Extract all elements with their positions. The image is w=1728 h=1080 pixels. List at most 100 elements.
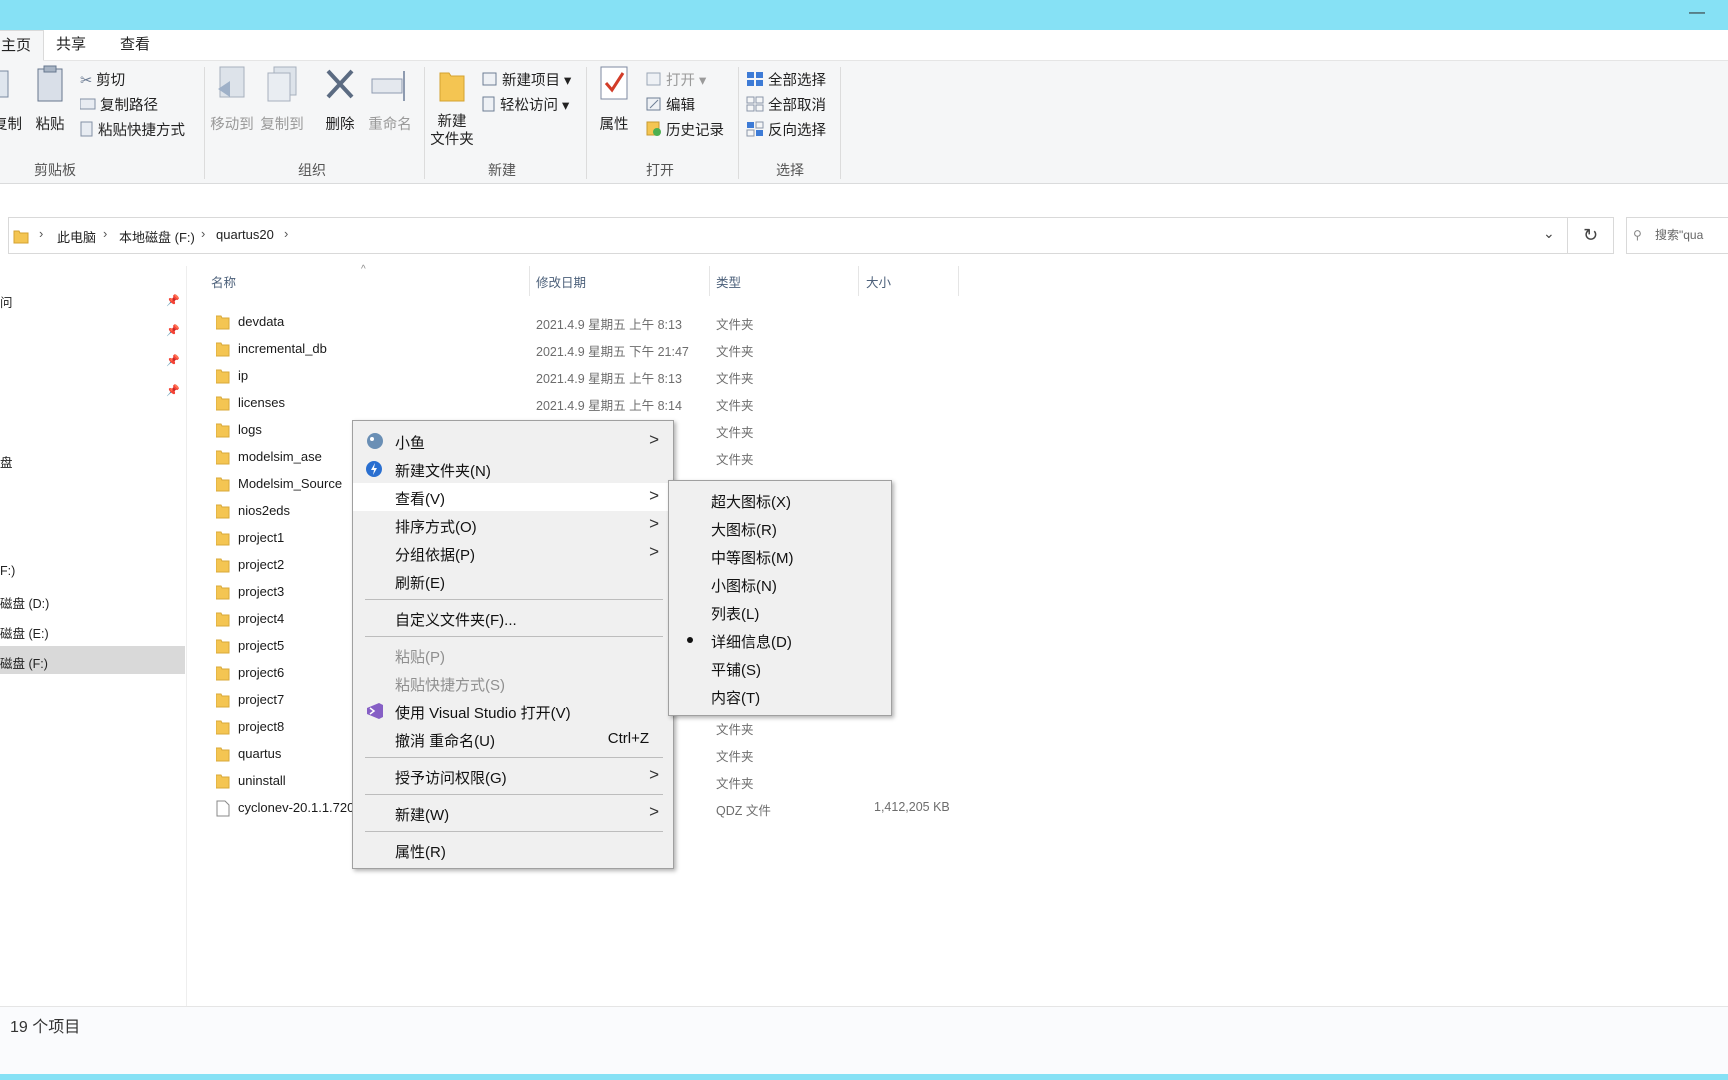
new-item-button[interactable]: 新建项目 ▾	[482, 69, 571, 90]
nav-item-drive-f-selected[interactable]: 磁盘 (F:)	[0, 646, 185, 674]
menu-item-new-folder[interactable]: 新建文件夹(N)	[353, 455, 673, 483]
menu-item-new[interactable]: 新建(W) >	[353, 799, 673, 827]
file-name: project7	[238, 692, 285, 707]
rename-button[interactable]: 重命名	[364, 65, 416, 134]
copy-button[interactable]: 复制	[0, 65, 22, 133]
file-name: project4	[238, 611, 285, 626]
selected-bullet-icon	[687, 637, 693, 643]
refresh-button[interactable]: ↻	[1567, 217, 1614, 254]
view-option[interactable]: 小图标(N)	[669, 570, 891, 598]
file-name: cyclonev-20.1.1.720.	[238, 800, 358, 815]
file-name: devdata	[238, 314, 285, 329]
chevron-right-icon: >	[649, 765, 659, 784]
column-header-name[interactable]: 名称	[211, 272, 236, 291]
rename-icon	[371, 71, 405, 101]
menu-item-refresh[interactable]: 刷新(E)	[353, 567, 673, 595]
view-option[interactable]: 内容(T)	[669, 682, 891, 710]
tab-share[interactable]: 共享	[44, 30, 98, 61]
breadcrumb-quartus20[interactable]: quartus20	[216, 227, 274, 242]
nav-item-drive[interactable]: 盘	[0, 452, 13, 471]
copy-path-button[interactable]: 复制路径	[79, 94, 158, 115]
view-option[interactable]: 超大图标(X)	[669, 486, 891, 514]
select-none-button[interactable]: 全部取消	[746, 94, 826, 116]
easy-access-button[interactable]: 轻松访问 ▾	[482, 94, 569, 116]
search-input[interactable]: ⚲ 搜索"qua	[1626, 217, 1728, 254]
table-row[interactable]: devdata 2021.4.9 星期五 上午 8:13 文件夹	[190, 308, 970, 335]
file-name: project3	[238, 584, 285, 599]
folder-icon	[216, 342, 230, 357]
paste-shortcut-button[interactable]: 粘贴快捷方式	[80, 119, 185, 141]
move-to-button[interactable]: 移动到	[208, 65, 256, 134]
file-type: 文件夹	[716, 777, 754, 791]
chevron-right-icon: >	[649, 802, 659, 821]
select-none-icon	[746, 96, 764, 116]
scissors-icon: ✂	[80, 73, 93, 90]
new-folder-button[interactable]: 新建 文件夹	[426, 65, 478, 149]
select-all-button[interactable]: 全部选择	[746, 69, 826, 91]
paste-button[interactable]: 粘贴	[32, 65, 68, 134]
history-button[interactable]: 历史记录	[646, 119, 724, 141]
invert-selection-icon	[746, 121, 764, 141]
tab-home[interactable]: 主页	[0, 30, 45, 61]
history-icon	[646, 121, 662, 141]
copy-to-button[interactable]: 复制到	[258, 65, 306, 134]
fish-app-icon	[367, 433, 383, 449]
table-row[interactable]: ip 2021.4.9 星期五 上午 8:13 文件夹	[190, 362, 970, 389]
menu-item-group-by[interactable]: 分组依据(P) >	[353, 539, 673, 567]
menu-item-paste[interactable]: 粘贴(P)	[353, 641, 673, 669]
file-name: Modelsim_Source	[238, 476, 343, 491]
breadcrumb-drive-f[interactable]: 本地磁盘 (F:)	[119, 227, 195, 246]
cut-button[interactable]: ✂ 剪切	[80, 69, 125, 90]
new-folder-icon	[439, 72, 465, 102]
menu-item-grant-access[interactable]: 授予访问权限(G) >	[353, 762, 673, 790]
column-header-date[interactable]: 修改日期	[536, 272, 586, 291]
tab-view[interactable]: 查看	[108, 30, 162, 61]
breadcrumb-this-pc[interactable]: 此电脑	[57, 227, 96, 246]
menu-item-sort-by[interactable]: 排序方式(O) >	[353, 511, 673, 539]
column-header-type[interactable]: 类型	[716, 272, 741, 291]
invert-selection-button[interactable]: 反向选择	[746, 119, 826, 141]
clipboard-icon	[37, 65, 63, 102]
ribbon: 复制 粘贴 ✂ 剪切 复制路径 粘贴快捷方式 剪贴板 移动到 复制到 删除 重命名…	[0, 61, 1728, 184]
file-date: 2021.4.9 星期五 上午 8:13	[536, 372, 682, 386]
view-option[interactable]: 大图标(R)	[669, 514, 891, 542]
menu-separator	[365, 757, 663, 758]
folder-icon	[216, 666, 230, 681]
menu-item-customize-folder[interactable]: 自定义文件夹(F)...	[353, 604, 673, 632]
pin-icon: 📌	[166, 355, 180, 367]
copy-path-icon	[79, 98, 96, 114]
column-header-size[interactable]: 大小	[866, 272, 891, 291]
address-bar[interactable]: › 此电脑 › 本地磁盘 (F:) › quartus20 › ⌄	[8, 217, 1595, 254]
menu-item-view[interactable]: 查看(V) >	[353, 483, 673, 511]
folder-icon	[216, 612, 230, 627]
properties-button[interactable]: 属性	[592, 65, 636, 134]
view-option[interactable]: 中等图标(M)	[669, 542, 891, 570]
nav-item-quick-access[interactable]: 问	[0, 292, 13, 311]
menu-item-properties[interactable]: 属性(R)	[353, 836, 673, 864]
view-option[interactable]: 详细信息(D)	[669, 626, 891, 654]
view-option[interactable]: 列表(L)	[669, 598, 891, 626]
file-name: project5	[238, 638, 285, 653]
table-row[interactable]: licenses 2021.4.9 星期五 上午 8:14 文件夹	[190, 389, 970, 416]
delete-button[interactable]: 删除	[318, 65, 362, 134]
minimize-button[interactable]: —	[1684, 4, 1710, 24]
open-icon	[646, 72, 662, 90]
nav-item-drive-c[interactable]: F:)	[0, 564, 15, 578]
chevron-down-icon[interactable]: ⌄	[1543, 225, 1555, 242]
file-name: project2	[238, 557, 285, 572]
open-button[interactable]: 打开 ▾	[646, 69, 706, 90]
menu-item-undo-rename[interactable]: 撤消 重命名(U) Ctrl+Z	[353, 725, 673, 753]
file-name: logs	[238, 422, 262, 437]
menu-item-open-visual-studio[interactable]: 使用 Visual Studio 打开(V)	[353, 697, 673, 725]
view-submenu: 超大图标(X) 大图标(R) 中等图标(M) 小图标(N) 列表(L) 详细信息(D) 平铺…	[668, 480, 892, 716]
easy-access-icon	[482, 96, 496, 116]
folder-icon	[216, 639, 230, 654]
nav-item-drive-d[interactable]: 磁盘 (D:)	[0, 593, 49, 612]
nav-item-drive-e[interactable]: 磁盘 (E:)	[0, 623, 49, 642]
edit-button[interactable]: 编辑	[646, 94, 695, 115]
menu-item-xiaoyu[interactable]: 小鱼 >	[353, 427, 673, 455]
table-row[interactable]: incremental_db 2021.4.9 星期五 下午 21:47 文件夹	[190, 335, 970, 362]
menu-item-paste-shortcut[interactable]: 粘贴快捷方式(S)	[353, 669, 673, 697]
view-option[interactable]: 平铺(S)	[669, 654, 891, 682]
file-name: nios2eds	[238, 503, 291, 518]
